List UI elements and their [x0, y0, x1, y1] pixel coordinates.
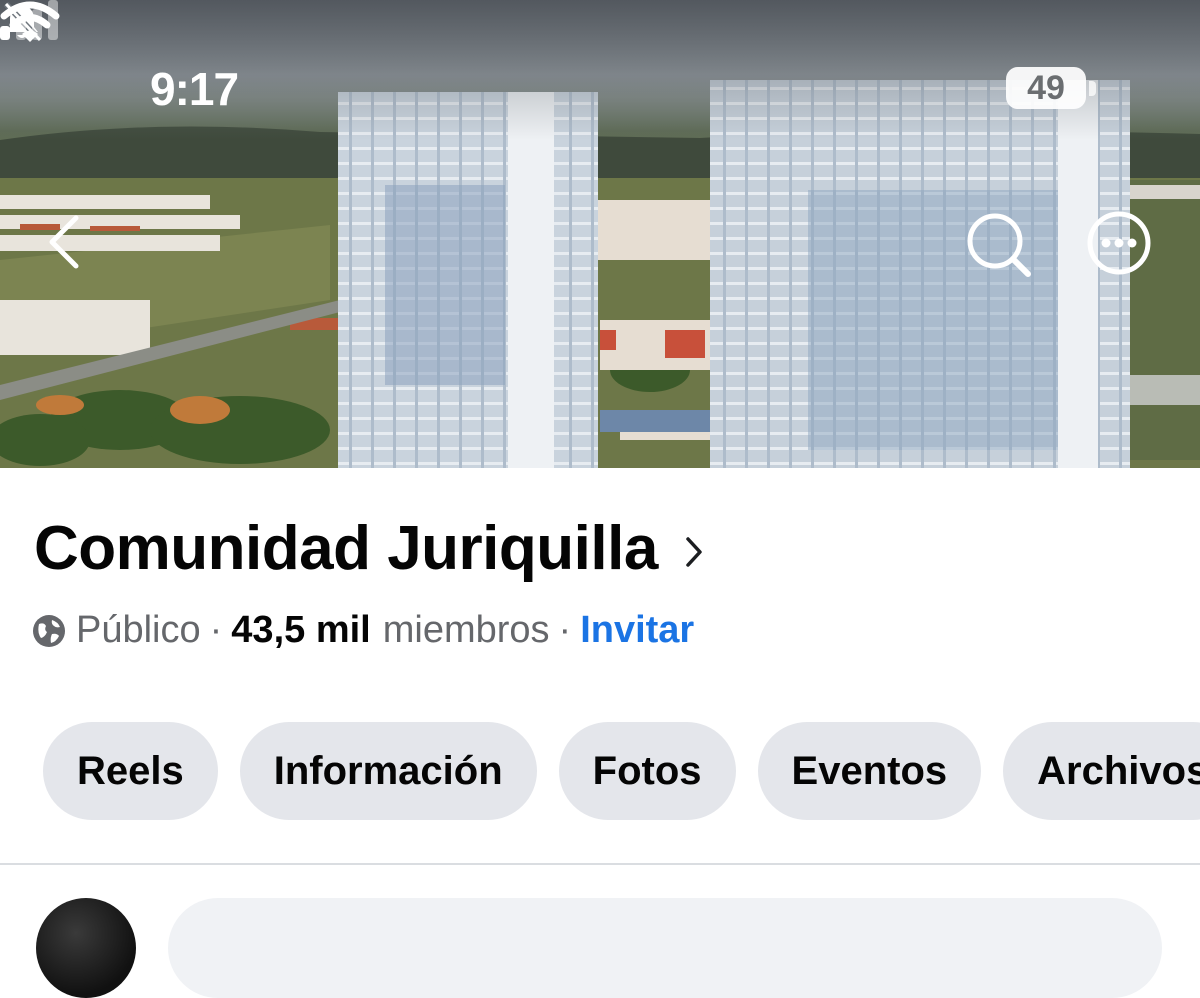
more-icon	[1087, 211, 1151, 275]
search-icon	[967, 213, 1031, 277]
more-options-button[interactable]	[1084, 208, 1154, 278]
members-label: miembros	[382, 608, 550, 651]
group-meta: Público · 43,5 mil miembros · Invitar	[32, 604, 694, 656]
wifi-icon	[0, 1, 60, 42]
chevron-left-icon	[49, 215, 79, 269]
group-cover-photo[interactable]: 9:17 49	[0, 0, 1200, 468]
group-name: Comunidad Juriquilla	[34, 513, 658, 583]
back-button[interactable]	[40, 210, 92, 274]
invite-link[interactable]: Invitar	[580, 609, 694, 652]
privacy-label: Público	[76, 608, 201, 651]
tab-informacion[interactable]: Información	[239, 722, 537, 820]
search-button[interactable]	[964, 210, 1034, 280]
separator-dot: ·	[558, 608, 572, 651]
globe-icon	[33, 615, 65, 647]
battery-indicator: 49	[1006, 67, 1086, 109]
tab-fotos[interactable]: Fotos	[558, 722, 736, 820]
members-count: 43,5 mil	[231, 608, 371, 651]
group-title-link[interactable]: Comunidad Juriquilla	[34, 508, 704, 588]
group-tabs: Reels Información Fotos Eventos Archivos	[43, 722, 1200, 820]
battery-cap	[1089, 81, 1096, 96]
user-avatar[interactable]	[36, 898, 136, 998]
battery-level: 49	[1027, 69, 1065, 107]
post-composer-input[interactable]	[168, 898, 1162, 998]
tab-eventos[interactable]: Eventos	[757, 722, 982, 820]
tab-reels[interactable]: Reels	[43, 722, 218, 820]
status-time: 9:17	[150, 63, 239, 115]
section-divider	[0, 863, 1200, 865]
separator-dot: ·	[209, 608, 223, 651]
chevron-right-icon	[686, 537, 702, 567]
tab-archivos[interactable]: Archivos	[1003, 722, 1200, 820]
